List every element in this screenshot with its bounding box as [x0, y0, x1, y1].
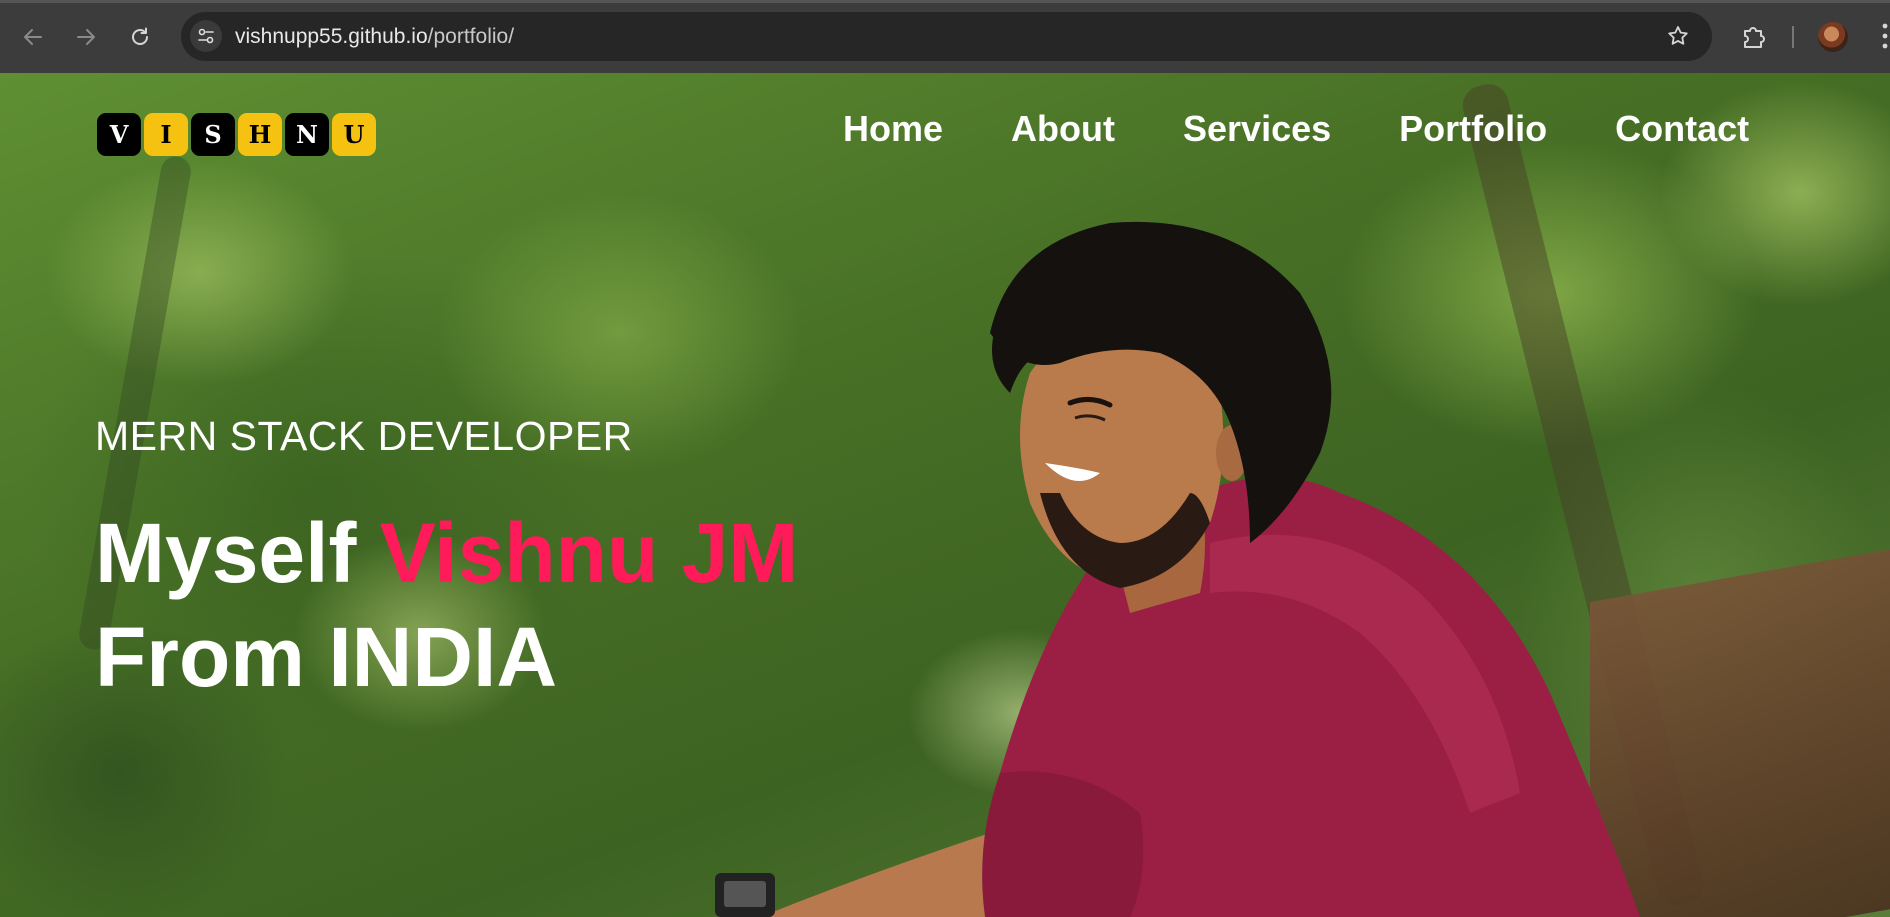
hero-subtitle: MERN STACK DEVELOPER — [95, 413, 633, 459]
puzzle-icon — [1744, 27, 1765, 48]
hero-headline: Myself Vishnu JM From INDIA — [95, 501, 798, 709]
logo-letter: H — [238, 113, 282, 156]
url-host: vishnupp55.github.io — [235, 25, 428, 48]
extensions-button[interactable] — [1740, 22, 1768, 55]
browser-menu-button[interactable] — [1880, 20, 1890, 57]
headline-name: Vishnu JM — [379, 506, 799, 600]
site-info-button[interactable] — [190, 20, 222, 52]
logo-letter: S — [191, 113, 235, 156]
url-text[interactable]: vishnupp55.github.io/portfolio/ — [235, 25, 514, 49]
logo-letter: U — [332, 113, 376, 156]
address-bar[interactable]: vishnupp55.github.io/portfolio/ — [181, 12, 1712, 61]
toolbar-divider — [1792, 26, 1794, 48]
logo-letter: N — [285, 113, 329, 156]
hero-portrait-image — [715, 221, 1640, 917]
nav-link-contact[interactable]: Contact — [1615, 99, 1749, 159]
site-logo[interactable]: V I S H N U — [97, 113, 376, 156]
arrow-right-icon — [77, 29, 95, 45]
headline-line-1: Myself Vishnu JM — [95, 501, 798, 605]
headline-prefix: Myself — [95, 506, 380, 600]
portfolio-page: V I S H N U Home About Services Portfoli… — [0, 73, 1890, 917]
tune-icon — [198, 28, 214, 44]
profile-avatar[interactable] — [1818, 22, 1848, 52]
reload-icon — [132, 27, 148, 45]
tab-strip-edge — [0, 0, 1890, 3]
forward-button[interactable] — [73, 24, 99, 50]
back-button[interactable] — [20, 24, 46, 50]
logo-letter: V — [97, 113, 141, 156]
arrow-left-icon — [24, 29, 42, 45]
star-icon — [1668, 26, 1688, 45]
logo-letter: I — [144, 113, 188, 156]
nav-link-about[interactable]: About — [1011, 99, 1115, 159]
more-vertical-icon — [1882, 23, 1888, 49]
reload-button[interactable] — [127, 24, 153, 50]
nav-link-services[interactable]: Services — [1183, 99, 1331, 159]
site-navigation: Home About Services Portfolio Contact — [843, 99, 1749, 159]
bookmark-button[interactable] — [1666, 24, 1690, 53]
browser-toolbar: vishnupp55.github.io/portfolio/ — [0, 0, 1890, 73]
nav-link-home[interactable]: Home — [843, 99, 943, 159]
url-path: /portfolio/ — [427, 25, 515, 48]
headline-line-2: From INDIA — [95, 610, 557, 704]
nav-link-portfolio[interactable]: Portfolio — [1399, 99, 1547, 159]
